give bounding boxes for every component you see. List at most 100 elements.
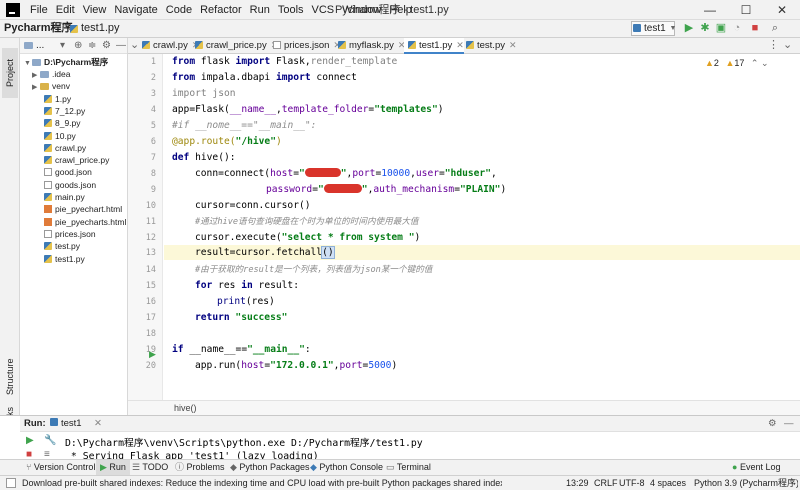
menu-refactor[interactable]: Refactor bbox=[196, 0, 246, 20]
tree-item[interactable]: goods.json bbox=[44, 179, 96, 191]
line-number: 9 bbox=[150, 185, 156, 195]
tree-item-label: test1.py bbox=[55, 253, 85, 264]
status-message[interactable]: Download pre-built shared indexes: Reduc… bbox=[22, 476, 502, 490]
code-editor[interactable]: 1 2 3 4 5 6 7 8 9 10 11 12 13 14 15 16 17 18 19 20 ▲2 ▲17 ⌃… bbox=[128, 54, 800, 400]
tool-version-control[interactable]: ⑂ Version Control bbox=[26, 460, 95, 475]
editor-breadcrumb[interactable]: hive() bbox=[128, 400, 800, 415]
navigation-bar: Pycharm程序 〉 test1.py bbox=[0, 20, 800, 38]
chevron-down-icon[interactable]: ⌄ bbox=[783, 38, 792, 53]
tool-todo[interactable]: ☰ TODO bbox=[132, 460, 168, 475]
tool-event-log[interactable]: ● Event Log bbox=[732, 460, 780, 475]
run-gutter-icon[interactable]: ▶ bbox=[149, 349, 156, 360]
html-file-icon bbox=[44, 205, 52, 214]
chevron-down-icon[interactable]: ▾ bbox=[60, 38, 65, 53]
tree-item[interactable]: crawl_price.py bbox=[44, 154, 109, 166]
tab-crawl-price[interactable]: crawl_price.py✕ bbox=[191, 38, 278, 54]
code-line-9: password=" ",auth_mechanism="PLAIN") bbox=[266, 184, 507, 195]
menu-vcs[interactable]: VCS bbox=[308, 0, 339, 20]
rerun-icon[interactable]: ▶ bbox=[26, 435, 34, 446]
inspection-widget[interactable]: ▲2 ▲17 ⌃ ⌄ bbox=[705, 58, 769, 69]
tree-item[interactable]: ▶ venv bbox=[32, 80, 70, 92]
project-panel: ... ▾ ⊕ ≑ ⚙ — ▼ D:\Pycharm程序 ▶ .idea ▶ venv 1… bbox=[20, 38, 128, 415]
collapse-icon[interactable]: ≑ bbox=[88, 38, 96, 53]
coverage-icon[interactable]: ▣ bbox=[714, 20, 728, 37]
menu-run[interactable]: Run bbox=[246, 0, 274, 20]
file-encoding[interactable]: UTF-8 bbox=[619, 476, 645, 490]
menu-navigate[interactable]: Navigate bbox=[110, 0, 161, 20]
tree-item[interactable]: 1.py bbox=[44, 93, 71, 105]
run-tab-test1[interactable]: test1 bbox=[61, 416, 82, 431]
tree-item[interactable]: ▶ .idea bbox=[32, 68, 70, 80]
tool-problems[interactable]: ⓘ Problems bbox=[175, 460, 225, 475]
locate-icon[interactable]: ⊕ bbox=[74, 38, 82, 53]
line-number: 20 bbox=[145, 361, 156, 371]
caret-position[interactable]: 13:29 bbox=[566, 476, 589, 490]
debug-icon[interactable]: ✱ bbox=[698, 20, 712, 37]
menu-edit[interactable]: Edit bbox=[52, 0, 79, 20]
menu-view[interactable]: View bbox=[79, 0, 111, 20]
warnings-count: 2 bbox=[713, 58, 719, 68]
minimize-button[interactable]: — bbox=[692, 0, 728, 20]
py-file-icon bbox=[44, 143, 52, 152]
tree-item[interactable]: good.json bbox=[44, 166, 92, 178]
tree-item[interactable]: main.py bbox=[44, 191, 85, 203]
redaction-mark bbox=[323, 184, 362, 193]
py-file-icon bbox=[44, 242, 52, 251]
py-file-icon bbox=[44, 254, 52, 263]
hide-icon[interactable]: — bbox=[784, 416, 794, 431]
tool-run[interactable]: ▶ Run bbox=[96, 460, 130, 475]
line-separator[interactable]: CRLF bbox=[594, 476, 618, 490]
menu-tools[interactable]: Tools bbox=[274, 0, 308, 20]
json-file-icon bbox=[44, 180, 52, 189]
tool-terminal[interactable]: ▭ Terminal bbox=[386, 460, 431, 475]
status-toggle-icon[interactable] bbox=[6, 478, 16, 488]
line-number: 15 bbox=[145, 281, 156, 291]
project-tool-tab[interactable]: Project bbox=[2, 48, 18, 98]
tree-item[interactable]: pie_pyechart.html bbox=[44, 203, 122, 215]
tree-item[interactable]: prices.json bbox=[44, 228, 96, 240]
tree-item[interactable]: crawl.py bbox=[44, 142, 86, 154]
tree-item[interactable]: pie_pyecharts.html bbox=[44, 216, 126, 228]
chevron-down-icon[interactable]: ▼ bbox=[666, 20, 680, 37]
tree-item[interactable]: 8_9.py bbox=[44, 117, 81, 129]
run-panel: Run: test1 ✕ ⚙ — ▶ 🔧 ■ ≡ D:\Pycharm程序\ve… bbox=[0, 415, 800, 460]
stop-icon[interactable]: ■ bbox=[748, 20, 762, 37]
tab-prices-json[interactable]: prices.json✕ bbox=[269, 38, 341, 54]
tab-myflask[interactable]: myflask.py ✕ bbox=[334, 38, 405, 54]
tree-item[interactable]: test1.py bbox=[44, 253, 85, 265]
indent-setting[interactable]: 4 spaces bbox=[650, 476, 686, 490]
gear-icon[interactable]: ⚙ bbox=[102, 38, 111, 53]
python-interpreter[interactable]: Python 3.9 (Pycharm程序) bbox=[694, 476, 798, 490]
py-file-icon bbox=[44, 193, 52, 201]
close-window-button[interactable]: ✕ bbox=[764, 0, 800, 20]
menu-code[interactable]: Code bbox=[162, 0, 196, 20]
close-icon[interactable]: ✕ bbox=[94, 416, 102, 431]
hide-icon[interactable]: — bbox=[116, 38, 126, 53]
tab-test1[interactable]: test1.py ✕ bbox=[404, 38, 464, 54]
tab-test[interactable]: test.py ✕ bbox=[462, 38, 517, 54]
structure-tool-tab[interactable]: Structure bbox=[2, 348, 18, 406]
search-icon[interactable]: ⌕ bbox=[768, 20, 782, 37]
more-icon[interactable]: ⋮ bbox=[768, 38, 779, 53]
run-icon[interactable]: ▶ bbox=[682, 20, 696, 37]
breadcrumb-file[interactable]: test1.py bbox=[81, 20, 120, 37]
tool-python-packages[interactable]: ◆ Python Packages bbox=[230, 460, 309, 475]
tree-item[interactable]: 10.py bbox=[44, 130, 76, 142]
project-view-selector[interactable]: ... bbox=[36, 40, 44, 51]
menu-bar: File Edit View Navigate Code Refactor Ru… bbox=[0, 0, 800, 20]
gear-icon[interactable]: ⚙ bbox=[768, 416, 777, 431]
wrench-icon[interactable]: 🔧 bbox=[44, 435, 56, 446]
project-root[interactable]: ▼ D:\Pycharm程序 bbox=[24, 56, 108, 68]
profile-icon[interactable]: ◔ bbox=[730, 20, 744, 37]
line-number: 2 bbox=[150, 73, 156, 83]
line-number: 3 bbox=[150, 89, 156, 99]
tree-item-label: 8_9.py bbox=[55, 118, 81, 129]
code-line-10: cursor=conn.cursor() bbox=[195, 200, 311, 211]
tree-item[interactable]: 7_12.py bbox=[44, 105, 85, 117]
maximize-button[interactable]: ☐ bbox=[728, 0, 764, 20]
line-number: 12 bbox=[145, 233, 156, 243]
tool-python-console[interactable]: ◆ Python Console bbox=[310, 460, 383, 475]
tree-item[interactable]: test.py bbox=[44, 240, 80, 252]
chevron-right-icon[interactable]: ▶ bbox=[32, 82, 40, 94]
menu-file[interactable]: File bbox=[26, 0, 52, 20]
